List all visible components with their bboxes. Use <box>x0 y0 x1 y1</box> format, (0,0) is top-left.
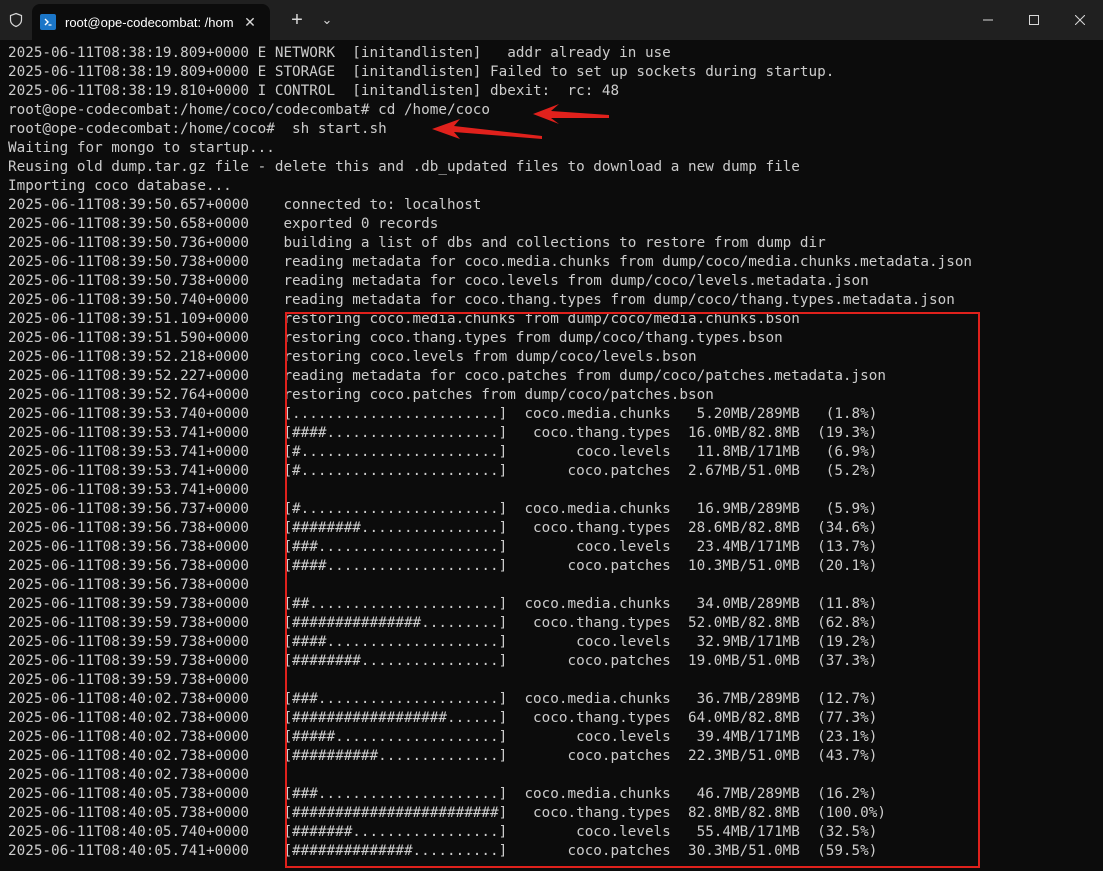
shield-icon[interactable] <box>0 0 32 40</box>
tab-terminal[interactable]: root@ope-codecombat: /hom ✕ <box>32 4 270 40</box>
terminal-output[interactable]: 2025-06-11T08:38:19.809+0000 E NETWORK [… <box>0 40 1103 871</box>
maximize-icon <box>1029 15 1039 25</box>
terminal-line: 2025-06-11T08:39:50.740+0000 reading met… <box>8 292 955 308</box>
terminal-line: 2025-06-11T08:38:19.809+0000 E NETWORK [… <box>8 45 671 61</box>
tab-title: root@ope-codecombat: /hom <box>65 14 234 30</box>
terminal-line: 2025-06-11T08:39:50.738+0000 reading met… <box>8 254 973 270</box>
terminal-line: Reusing old dump.tar.gz file - delete th… <box>8 159 800 175</box>
terminal-line: 2025-06-11T08:39:50.658+0000 exported 0 … <box>8 216 439 232</box>
maximize-button[interactable] <box>1011 0 1057 40</box>
close-window-button[interactable] <box>1057 0 1103 40</box>
terminal-line: 2025-06-11T08:38:19.809+0000 E STORAGE [… <box>8 64 835 80</box>
terminal-line: Importing coco database... <box>8 178 232 194</box>
minimize-icon <box>983 19 993 21</box>
minimize-button[interactable] <box>965 0 1011 40</box>
annotation-highlight-box <box>285 312 980 868</box>
terminal-line: 2025-06-11T08:38:19.810+0000 I CONTROL [… <box>8 83 620 99</box>
terminal-line: 2025-06-11T08:39:50.738+0000 reading met… <box>8 273 869 289</box>
terminal-line: 2025-06-11T08:39:50.736+0000 building a … <box>8 235 826 251</box>
new-tab-button[interactable]: + <box>282 0 312 40</box>
chevron-down-icon[interactable]: ⌄ <box>312 0 342 40</box>
close-icon <box>1075 15 1085 25</box>
title-bar: root@ope-codecombat: /hom ✕ + ⌄ <box>0 0 1103 40</box>
annotation-arrow-icon <box>432 119 542 139</box>
terminal-line: 2025-06-11T08:39:50.657+0000 connected t… <box>8 197 482 213</box>
close-tab-icon[interactable]: ✕ <box>238 10 262 34</box>
powershell-icon <box>40 14 56 30</box>
